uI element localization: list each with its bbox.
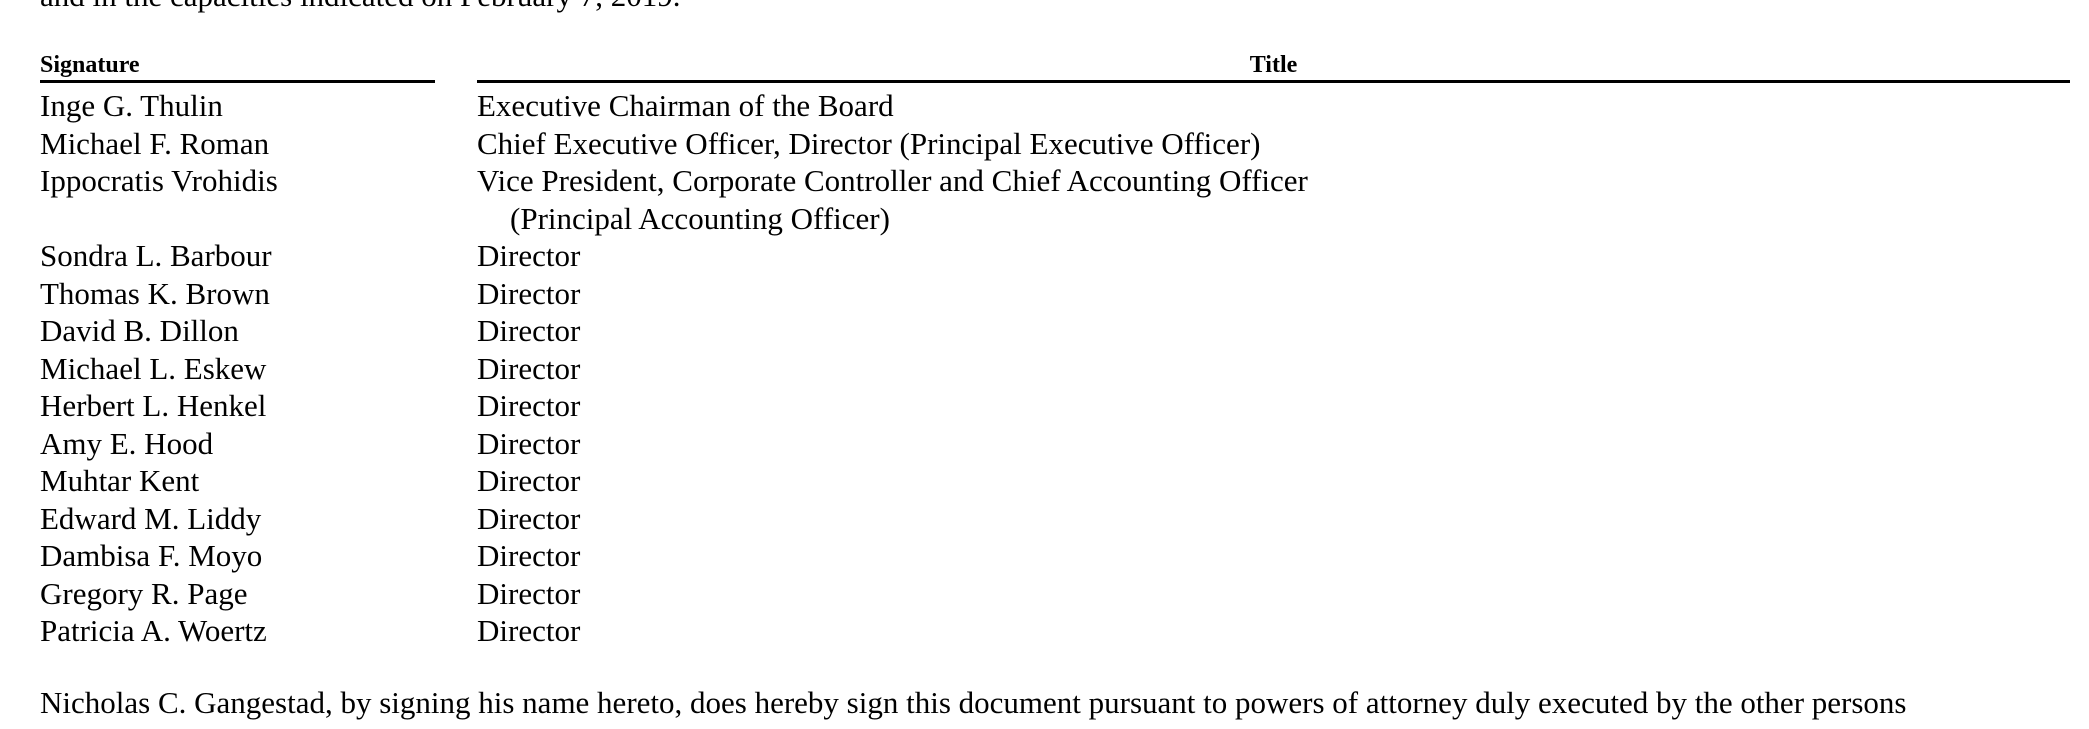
signer-name: Gregory R. Page [40, 575, 248, 611]
signer-name: Dambisa F. Moyo [40, 538, 263, 573]
table-row: Ippocratis Vrohidis Vice President, Corp… [0, 162, 2089, 237]
signer-title: Director [477, 350, 581, 386]
signer-name: Patricia A. Woertz [40, 613, 267, 648]
signer-title: Director [477, 575, 581, 611]
signer-name: Thomas K. Brown [40, 275, 270, 311]
signer-title: Director [477, 275, 581, 311]
table-row: Edward M. Liddy Director [0, 500, 2089, 538]
signer-title-block: Vice President, Corporate Controller and… [477, 162, 2089, 237]
signer-title: Director [477, 538, 581, 573]
signer-title: Director [477, 425, 581, 461]
signer-name: Michael F. Roman [40, 125, 270, 161]
signer-name: Michael L. Eskew [40, 350, 267, 386]
table-row: Sondra L. Barbour Director [0, 237, 2089, 275]
signer-title: Executive Chairman of the Board [477, 88, 894, 123]
signer-title: Vice President, Corporate Controller and… [477, 163, 1308, 198]
signer-title: Director [477, 500, 581, 536]
table-row: Amy E. Hood Director [0, 425, 2089, 463]
table-row: Michael F. Roman Chief Executive Officer… [0, 125, 2089, 163]
signer-name: Edward M. Liddy [40, 500, 262, 536]
table-row: David B. Dillon Director [0, 312, 2089, 350]
table-row: Thomas K. Brown Director [0, 275, 2089, 313]
signer-title: Director [477, 463, 581, 498]
signer-title: Director [477, 613, 581, 648]
signer-title: Director [477, 238, 581, 273]
signer-name: Amy E. Hood [40, 425, 214, 461]
signer-name: David B. Dillon [40, 313, 239, 348]
table-row: Herbert L. Henkel Director [0, 387, 2089, 425]
signature-table: Inge G. Thulin Executive Chairman of the… [0, 87, 2089, 650]
table-row: Inge G. Thulin Executive Chairman of the… [0, 87, 2089, 125]
power-of-attorney-paragraph: Nicholas C. Gangestad, by signing his na… [40, 685, 1907, 720]
signer-name: Ippocratis Vrohidis [40, 163, 278, 198]
table-row: Michael L. Eskew Director [0, 350, 2089, 388]
signer-title: Director [477, 313, 581, 348]
signer-title-continuation: (Principal Accounting Officer) [510, 200, 890, 236]
intro-text: and in the capacities indicated on Febru… [40, 0, 680, 14]
signer-title: Director [477, 388, 581, 423]
title-column-header: Title [477, 51, 2070, 83]
signer-name: Muhtar Kent [40, 463, 200, 498]
table-row: Dambisa F. Moyo Director [0, 537, 2089, 575]
signer-name: Inge G. Thulin [40, 88, 223, 123]
signer-title: Chief Executive Officer, Director (Princ… [477, 125, 1261, 161]
signer-name: Sondra L. Barbour [40, 238, 272, 273]
table-row: Patricia A. Woertz Director [0, 612, 2089, 650]
table-row: Muhtar Kent Director [0, 462, 2089, 500]
table-row: Gregory R. Page Director [0, 575, 2089, 613]
signature-column-header: Signature [40, 51, 435, 83]
signer-name: Herbert L. Henkel [40, 388, 267, 423]
